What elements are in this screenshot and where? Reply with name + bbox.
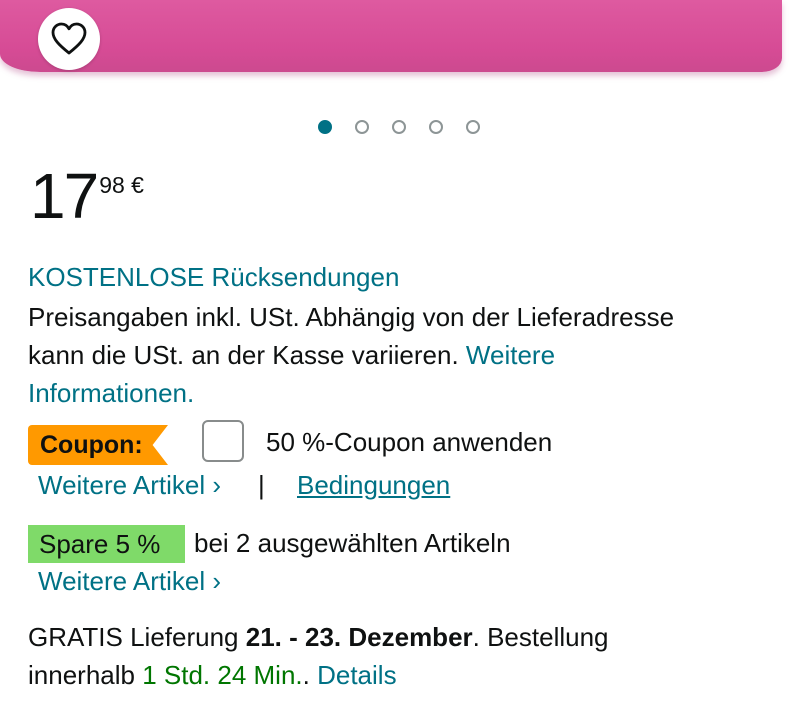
more-info-link[interactable]: Weitere <box>466 340 555 370</box>
carousel-dot[interactable] <box>392 120 406 134</box>
coupon-apply-label[interactable]: 50 %-Coupon anwenden <box>266 423 552 461</box>
delivery-line-2: innerhalb 1 Std. 24 Min.. Details <box>28 656 397 694</box>
tax-note-line-2: kann die USt. an der Kasse variieren. We… <box>28 336 555 374</box>
carousel-dot[interactable] <box>466 120 480 134</box>
free-returns-link[interactable]: KOSTENLOSE Rücksendungen <box>28 258 399 296</box>
delivery-dates: 21. - 23. Dezember <box>245 622 473 652</box>
product-image[interactable] <box>0 0 782 72</box>
savings-text: bei 2 ausgewählten Artikeln <box>194 528 511 558</box>
savings-badge-label: Spare 5 % <box>39 529 161 559</box>
carousel-dot[interactable] <box>318 120 332 134</box>
coupon-terms-link[interactable]: Bedingungen <box>297 466 450 504</box>
coupon-badge: Coupon: <box>28 425 168 465</box>
coupon-checkbox[interactable] <box>202 420 244 462</box>
price-whole: 17 <box>30 160 99 232</box>
coupon-badge-label: Coupon: <box>40 431 143 459</box>
savings-more-items-link[interactable]: Weitere Artikel › <box>38 562 221 600</box>
delivery-details-link[interactable]: Details <box>317 660 396 690</box>
tax-note-text: kann die USt. an der Kasse variieren. <box>28 340 459 370</box>
more-info-link-continued[interactable]: Informationen. <box>28 374 194 412</box>
coupon-more-items-link[interactable]: Weitere Artikel › <box>38 466 221 504</box>
carousel-dot[interactable] <box>355 120 369 134</box>
price-fraction: 98 € <box>99 172 144 198</box>
carousel-dot[interactable] <box>429 120 443 134</box>
delivery-line-1: GRATIS Lieferung 21. - 23. Dezember. Bes… <box>28 618 609 656</box>
favorite-button[interactable] <box>38 8 100 70</box>
price: 1798 € <box>30 160 144 240</box>
delivery-line2-prefix: innerhalb <box>28 660 135 690</box>
delivery-suffix: . Bestellung <box>472 622 609 652</box>
tax-note-line-1: Preisangaben inkl. USt. Abhängig von der… <box>28 302 675 332</box>
image-carousel-dots <box>0 120 800 138</box>
coupon-link-separator: | <box>258 470 265 500</box>
savings-badge: Spare 5 % <box>28 525 185 563</box>
delivery-dot: . <box>302 660 318 690</box>
delivery-countdown: 1 Std. 24 Min. <box>142 660 303 690</box>
heart-outline-icon <box>51 22 87 55</box>
delivery-prefix: GRATIS Lieferung <box>28 622 239 652</box>
